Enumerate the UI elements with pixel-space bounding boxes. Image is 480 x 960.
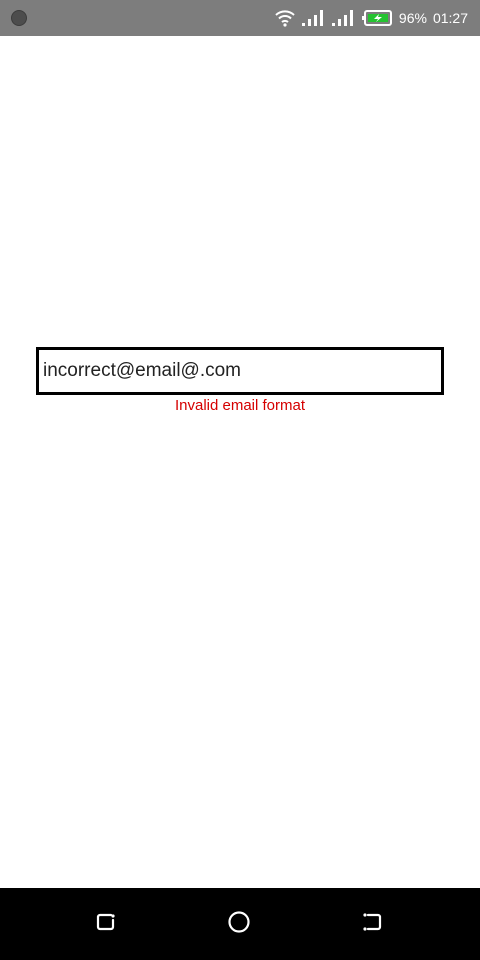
recent-apps-button[interactable] xyxy=(90,908,122,940)
signal-icon xyxy=(301,9,325,27)
back-icon xyxy=(360,910,384,939)
status-icons: 96% 01:27 xyxy=(275,0,468,36)
email-error-message: Invalid email format xyxy=(174,397,306,414)
email-field[interactable] xyxy=(36,347,444,395)
home-icon xyxy=(226,909,252,940)
battery-charging-icon xyxy=(361,9,393,27)
recent-apps-icon xyxy=(94,910,118,939)
app-screen: 96% 01:27 Invalid email format xyxy=(0,0,480,960)
notification-dot-icon xyxy=(11,10,27,26)
status-time: 01:27 xyxy=(432,10,468,26)
back-button[interactable] xyxy=(356,908,388,940)
signal-icon xyxy=(331,9,355,27)
navigation-bar xyxy=(0,888,480,960)
wifi-icon xyxy=(275,9,295,27)
status-bar: 96% 01:27 xyxy=(0,0,480,36)
home-button[interactable] xyxy=(223,908,255,940)
battery-percent: 96% xyxy=(398,10,427,26)
